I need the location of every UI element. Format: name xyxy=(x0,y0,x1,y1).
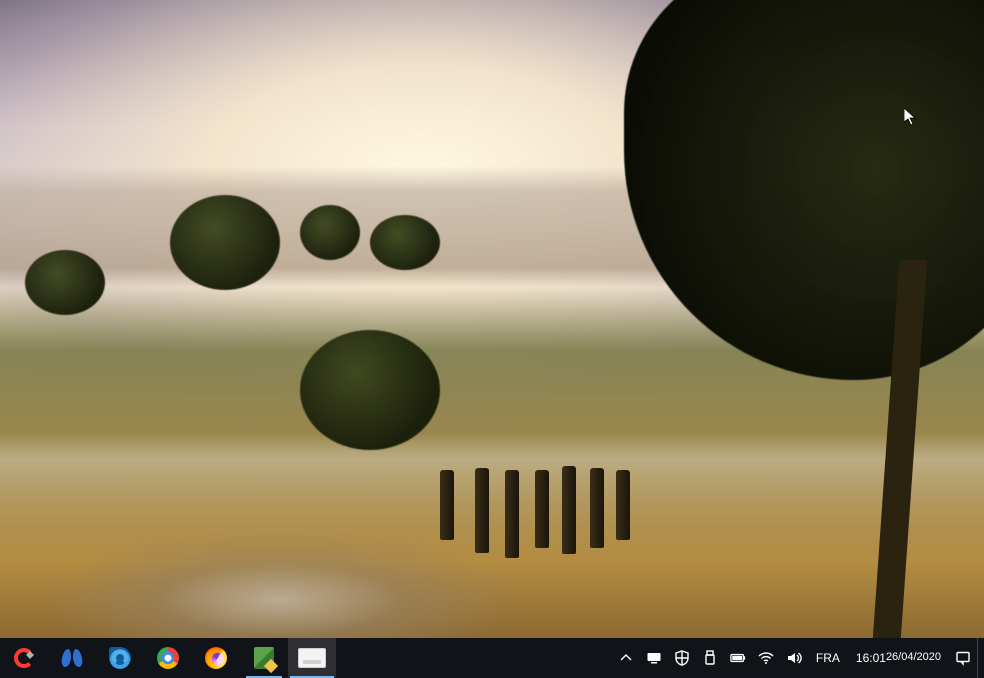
tray-clock[interactable]: 16:01 26/04/2020 xyxy=(848,638,949,678)
taskbar: FRA 16:01 26/04/2020 xyxy=(0,638,984,678)
taskbar-app-texteditor[interactable] xyxy=(240,638,288,678)
taskbar-pinned-apps xyxy=(0,638,336,678)
notification-icon xyxy=(955,650,971,666)
show-desktop-button[interactable] xyxy=(977,638,984,678)
wallpaper-fence xyxy=(590,468,604,548)
wallpaper-tree xyxy=(25,250,105,315)
taskbar-app-malwarebytes[interactable] xyxy=(48,638,96,678)
shield-icon xyxy=(674,650,690,666)
battery-icon xyxy=(730,650,746,666)
tray-clock-time: 16:01 xyxy=(856,651,886,666)
wallpaper-fence xyxy=(475,468,489,553)
tray-language-label: FRA xyxy=(816,651,840,665)
wallpaper-tree xyxy=(300,330,440,450)
chrome-icon xyxy=(157,647,179,669)
tray-clock-date: 26/04/2020 xyxy=(886,651,941,665)
application-icon xyxy=(298,648,326,668)
monitor-icon xyxy=(646,650,662,666)
malwarebytes-icon xyxy=(61,647,83,669)
taskbar-app-ccleaner[interactable] xyxy=(0,638,48,678)
wallpaper-fence xyxy=(562,466,576,554)
tray-wifi-icon[interactable] xyxy=(752,638,780,678)
tray-language-button[interactable]: FRA xyxy=(808,638,848,678)
firefox-icon xyxy=(205,647,227,669)
taskbar-app-active[interactable] xyxy=(288,638,336,678)
usb-icon xyxy=(702,650,718,666)
wallpaper-tree xyxy=(170,195,280,290)
taskbar-app-chrome[interactable] xyxy=(144,638,192,678)
wallpaper-tree xyxy=(300,205,360,260)
tray-security-icon[interactable] xyxy=(668,638,696,678)
wallpaper-fence xyxy=(616,470,630,540)
tray-volume-icon[interactable] xyxy=(780,638,808,678)
text-editor-icon xyxy=(254,647,274,669)
edge-icon xyxy=(109,647,131,669)
taskbar-app-firefox[interactable] xyxy=(192,638,240,678)
wallpaper-tree xyxy=(370,215,440,270)
taskbar-app-edge[interactable] xyxy=(96,638,144,678)
tray-overflow-button[interactable] xyxy=(612,638,640,678)
wallpaper-fence xyxy=(505,470,519,558)
chevron-up-icon xyxy=(618,650,634,666)
tray-usb-icon[interactable] xyxy=(696,638,724,678)
tray-display-icon[interactable] xyxy=(640,638,668,678)
tray-battery-icon[interactable] xyxy=(724,638,752,678)
wifi-icon xyxy=(758,650,774,666)
speaker-icon xyxy=(786,650,802,666)
desktop[interactable] xyxy=(0,0,984,638)
taskbar-tray: FRA 16:01 26/04/2020 xyxy=(612,638,984,678)
wallpaper-fence xyxy=(440,470,454,540)
tray-action-center-button[interactable] xyxy=(949,638,977,678)
wallpaper-fence xyxy=(535,470,549,548)
ccleaner-icon xyxy=(13,647,35,669)
